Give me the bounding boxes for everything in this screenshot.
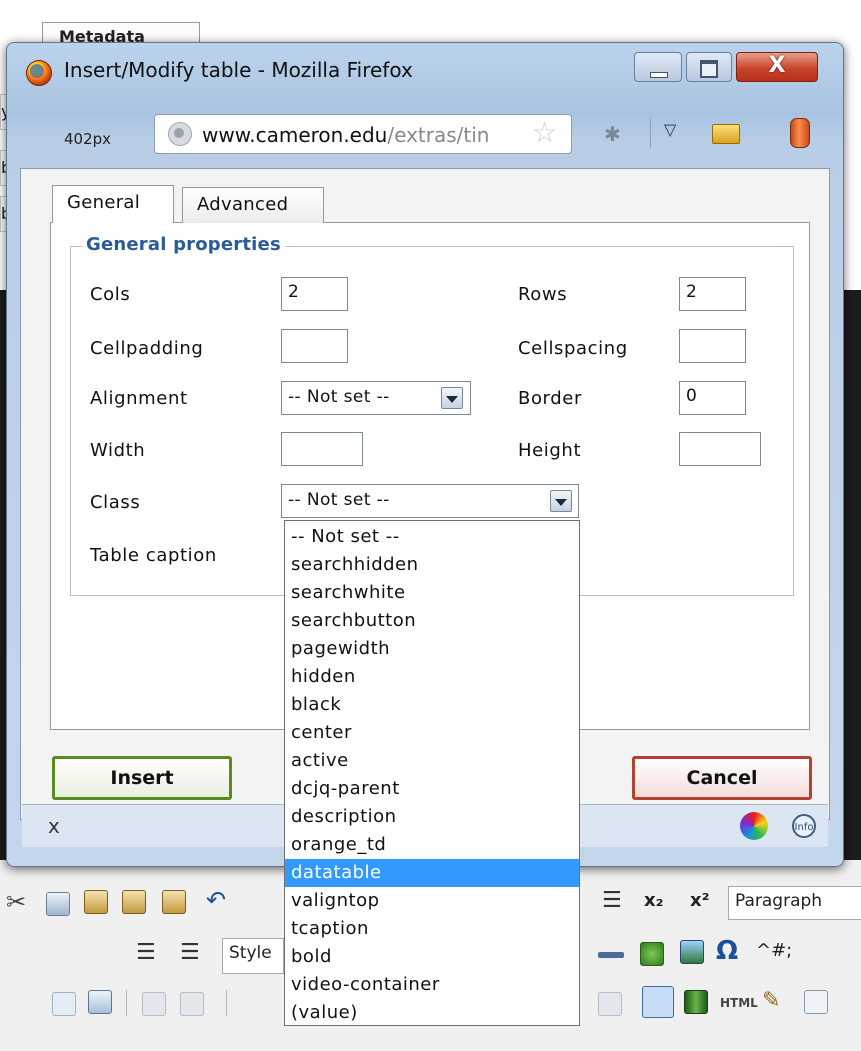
toolbar-separator — [226, 990, 227, 1016]
class-option[interactable]: description — [285, 803, 579, 831]
class-option[interactable]: -- Not set -- — [285, 523, 579, 551]
width-input[interactable] — [281, 432, 363, 466]
superscript-icon[interactable]: x² — [690, 890, 710, 911]
maximize-icon — [700, 60, 718, 78]
horizontal-rule-icon[interactable] — [598, 952, 624, 958]
rows-input[interactable]: 2 — [679, 277, 746, 311]
subscript-icon[interactable]: x₂ — [644, 890, 664, 911]
height-input[interactable] — [679, 432, 761, 466]
cellpadding-input[interactable] — [281, 329, 348, 363]
table-cell-icon[interactable] — [598, 992, 622, 1016]
replace-icon[interactable] — [52, 992, 76, 1016]
cut-icon[interactable]: ✂ — [6, 888, 26, 916]
edit-icon[interactable] — [88, 990, 112, 1014]
class-option[interactable]: orange_td — [285, 831, 579, 859]
style-select[interactable]: Style — [222, 938, 284, 974]
table-caption-label: Table caption — [90, 545, 217, 566]
addon-icon[interactable]: ✱ — [604, 122, 628, 146]
chevron-down-icon — [446, 396, 458, 403]
emotion-icon[interactable] — [640, 942, 664, 966]
class-select[interactable]: -- Not set -- — [281, 484, 579, 518]
html-source-button[interactable]: HTML — [720, 996, 758, 1010]
class-option[interactable]: searchhidden — [285, 551, 579, 579]
width-label: Width — [90, 440, 146, 461]
url-text[interactable]: www.cameron.edu/extras/tin — [202, 123, 532, 147]
minimize-icon — [650, 72, 668, 78]
outdent-icon[interactable]: ☰ — [602, 888, 622, 913]
class-option[interactable]: searchbutton — [285, 607, 579, 635]
fieldset-legend: General properties — [82, 234, 285, 255]
cols-input[interactable]: 2 — [281, 277, 348, 311]
paste-text-icon[interactable] — [122, 890, 146, 914]
height-label: Height — [518, 440, 582, 461]
numbered-list-icon[interactable]: ☰ — [180, 940, 200, 965]
class-option[interactable]: (value) — [285, 999, 579, 1027]
class-option[interactable]: tcaption — [285, 915, 579, 943]
copy-icon[interactable] — [46, 892, 70, 916]
chevron-down-icon[interactable]: ▽ — [664, 120, 676, 139]
status-close-icon[interactable]: x — [48, 814, 60, 838]
class-option[interactable]: active — [285, 747, 579, 775]
insert-button[interactable]: Insert — [52, 756, 232, 800]
close-icon: X — [768, 53, 786, 78]
class-option[interactable]: black — [285, 691, 579, 719]
class-option[interactable]: dcjq-parent — [285, 775, 579, 803]
undo-icon[interactable]: ↶ — [206, 886, 226, 914]
alignment-label: Alignment — [90, 388, 188, 409]
class-option[interactable]: center — [285, 719, 579, 747]
bookmark-star-icon[interactable]: ☆ — [532, 118, 557, 148]
class-option[interactable]: valigntop — [285, 887, 579, 915]
cols-label: Cols — [90, 284, 131, 305]
ruler-addon-icon[interactable] — [712, 124, 740, 144]
toolbar-separator — [126, 990, 127, 1016]
alignment-select-value: -- Not set -- — [288, 387, 390, 407]
cellspacing-input[interactable] — [679, 329, 746, 363]
color-wheel-icon[interactable] — [740, 812, 768, 840]
entity-button[interactable]: ^#; — [756, 940, 792, 961]
table-row-icon[interactable] — [142, 992, 166, 1016]
tab-advanced[interactable]: Advanced — [182, 187, 324, 223]
window-size-label: 402px — [64, 130, 112, 148]
special-char-icon[interactable]: Ω — [716, 936, 738, 966]
site-identity-icon-inner — [174, 128, 184, 138]
cleanup-icon[interactable]: ✎ — [762, 988, 780, 1013]
media-icon[interactable] — [684, 990, 708, 1014]
rows-label: Rows — [518, 284, 568, 305]
format-select[interactable]: Paragraph — [728, 886, 861, 920]
table-icon[interactable] — [642, 986, 674, 1018]
window-title: Insert/Modify table - Mozilla Firefox — [64, 58, 413, 82]
bullet-list-icon[interactable]: ☰ — [136, 940, 156, 965]
chevron-down-icon — [555, 499, 567, 506]
info-icon[interactable]: Info — [792, 814, 816, 838]
jar-addon-icon[interactable] — [790, 118, 810, 148]
preview-icon[interactable] — [804, 990, 828, 1014]
cellspacing-label: Cellspacing — [518, 338, 628, 359]
cellpadding-label: Cellpadding — [90, 338, 204, 359]
class-option[interactable]: searchwhite — [285, 579, 579, 607]
class-option-highlighted[interactable]: datatable — [285, 859, 579, 887]
url-domain: www.cameron.edu — [202, 123, 388, 147]
paste-word-icon[interactable] — [162, 890, 186, 914]
cancel-button[interactable]: Cancel — [632, 756, 812, 800]
border-input[interactable]: 0 — [679, 381, 746, 415]
table-col-icon[interactable] — [180, 992, 204, 1016]
paste-icon[interactable] — [84, 890, 108, 914]
class-option[interactable]: bold — [285, 943, 579, 971]
class-option[interactable]: video-container — [285, 971, 579, 999]
tab-general[interactable]: General — [52, 185, 174, 223]
class-option[interactable]: hidden — [285, 663, 579, 691]
url-path: /extras/tin — [387, 123, 490, 147]
toolbar-separator — [650, 118, 651, 148]
border-label: Border — [518, 388, 582, 409]
class-select-value: -- Not set -- — [288, 490, 390, 510]
class-label: Class — [90, 492, 141, 513]
class-option[interactable]: pagewidth — [285, 635, 579, 663]
firefox-globe-icon — [30, 64, 44, 78]
class-options-list[interactable]: -- Not set -- searchhidden searchwhite s… — [284, 520, 580, 1026]
image-icon[interactable] — [680, 940, 704, 964]
